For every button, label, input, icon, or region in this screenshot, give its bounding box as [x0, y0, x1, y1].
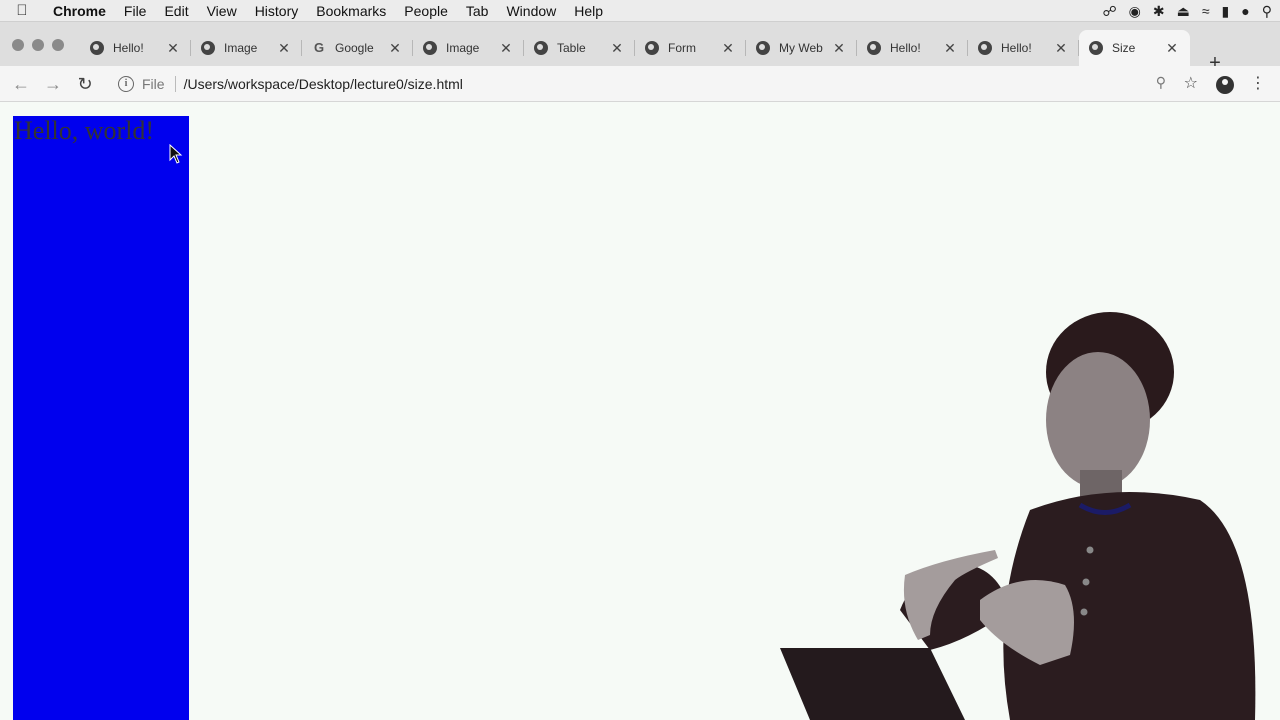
menu-window[interactable]: Window	[497, 0, 565, 22]
tab[interactable]: G Google ✕	[302, 30, 413, 66]
tab[interactable]: Hello! ✕	[80, 30, 191, 66]
tab[interactable]: Image ✕	[413, 30, 524, 66]
spotlight-icon[interactable]: ⚲	[1262, 3, 1272, 20]
globe-icon	[645, 41, 659, 55]
glasses-icon[interactable]: ☍	[1102, 3, 1116, 20]
tab-active[interactable]: Size ✕	[1079, 30, 1190, 66]
close-icon[interactable]: ✕	[1049, 40, 1073, 57]
address-bar[interactable]: i File /Users/workspace/Desktop/lecture0…	[108, 70, 1206, 98]
tab-title: Size	[1112, 41, 1136, 55]
google-icon: G	[313, 40, 325, 55]
tab-title: Image	[224, 41, 258, 55]
sized-box: Hello, world!	[13, 116, 189, 720]
close-icon[interactable]: ✕	[161, 40, 185, 57]
globe-icon	[867, 41, 881, 55]
close-icon[interactable]: ✕	[494, 40, 518, 57]
bluetooth-icon[interactable]: ✱	[1153, 3, 1165, 20]
cursor-icon	[169, 144, 183, 164]
tab[interactable]: Hello! ✕	[857, 30, 968, 66]
info-icon[interactable]: i	[118, 76, 134, 92]
close-icon[interactable]: ✕	[272, 40, 296, 57]
scheme-label: File	[142, 76, 165, 92]
battery-icon[interactable]: ▮	[1222, 3, 1230, 20]
close-window-button[interactable]	[12, 39, 24, 51]
tab[interactable]: Hello! ✕	[968, 30, 1079, 66]
tab-strip: Hello! ✕ Image ✕ G Google ✕ Image ✕ Table ✕ Fo…	[0, 22, 1280, 74]
tab-title: Form	[668, 41, 696, 55]
browser-toolbar: ← → ↻ i File /Users/workspace/Desktop/le…	[0, 66, 1280, 102]
reload-icon[interactable]: ↻	[73, 72, 97, 96]
circle-icon[interactable]: ◉	[1129, 3, 1141, 20]
menu-tab[interactable]: Tab	[457, 0, 498, 22]
menu-edit[interactable]: Edit	[155, 0, 197, 22]
close-icon[interactable]: ✕	[827, 40, 851, 57]
menu-chrome[interactable]: Chrome	[44, 0, 115, 22]
tab-title: Hello!	[890, 41, 921, 55]
tab-title: Hello!	[113, 41, 144, 55]
more-menu-icon[interactable]: ⋮	[1250, 74, 1266, 94]
tab-title: My Web	[779, 41, 823, 55]
status-area: ☍ ◉ ✱ ⏏ ≈ ▮ ● ⚲	[1102, 0, 1272, 22]
globe-icon	[201, 41, 215, 55]
divider	[174, 76, 176, 92]
tab[interactable]: My Web ✕	[746, 30, 857, 66]
menu-file[interactable]: File	[115, 0, 156, 22]
close-icon[interactable]: ✕	[605, 40, 629, 57]
zoom-window-button[interactable]	[52, 39, 64, 51]
bookmark-star-icon[interactable]: ☆	[1184, 73, 1198, 93]
back-icon[interactable]: ←	[9, 72, 33, 96]
wifi-icon[interactable]: ≈	[1202, 3, 1210, 19]
tab[interactable]: Image ✕	[191, 30, 302, 66]
forward-icon[interactable]: →	[41, 72, 65, 96]
profile-icon[interactable]	[1216, 76, 1234, 94]
globe-icon	[978, 41, 992, 55]
tab-list: Hello! ✕ Image ✕ G Google ✕ Image ✕ Table ✕ Fo…	[80, 30, 1190, 66]
tab[interactable]: Form ✕	[635, 30, 746, 66]
eject-icon[interactable]: ⏏	[1177, 3, 1190, 20]
menu-history[interactable]: History	[246, 0, 308, 22]
close-icon[interactable]: ✕	[1160, 40, 1184, 57]
tab[interactable]: Table ✕	[524, 30, 635, 66]
menu-view[interactable]: View	[198, 0, 246, 22]
box-text: Hello, world!	[14, 116, 155, 145]
menu-bar:  Chrome File Edit View History Bookmark…	[0, 0, 1280, 22]
menu-people[interactable]: People	[395, 0, 457, 22]
minimize-window-button[interactable]	[32, 39, 44, 51]
globe-icon	[90, 41, 104, 55]
tab-title: Table	[557, 41, 586, 55]
url-text[interactable]: /Users/workspace/Desktop/lecture0/size.h…	[184, 76, 463, 92]
tab-title: Hello!	[1001, 41, 1032, 55]
presenter-image	[780, 312, 1256, 720]
globe-icon	[423, 41, 437, 55]
globe-icon	[756, 41, 770, 55]
menu-help[interactable]: Help	[565, 0, 612, 22]
menu-bookmarks[interactable]: Bookmarks	[307, 0, 395, 22]
globe-icon	[534, 41, 548, 55]
close-icon[interactable]: ✕	[716, 40, 740, 57]
apple-icon[interactable]: 	[0, 2, 44, 19]
tab-title: Google	[335, 41, 374, 55]
close-icon[interactable]: ✕	[383, 40, 407, 57]
tab-title: Image	[446, 41, 480, 55]
zoom-icon[interactable]: ⚲	[1156, 74, 1166, 91]
close-icon[interactable]: ✕	[938, 40, 962, 57]
globe-icon	[1089, 41, 1103, 55]
user-icon[interactable]: ●	[1241, 3, 1249, 19]
